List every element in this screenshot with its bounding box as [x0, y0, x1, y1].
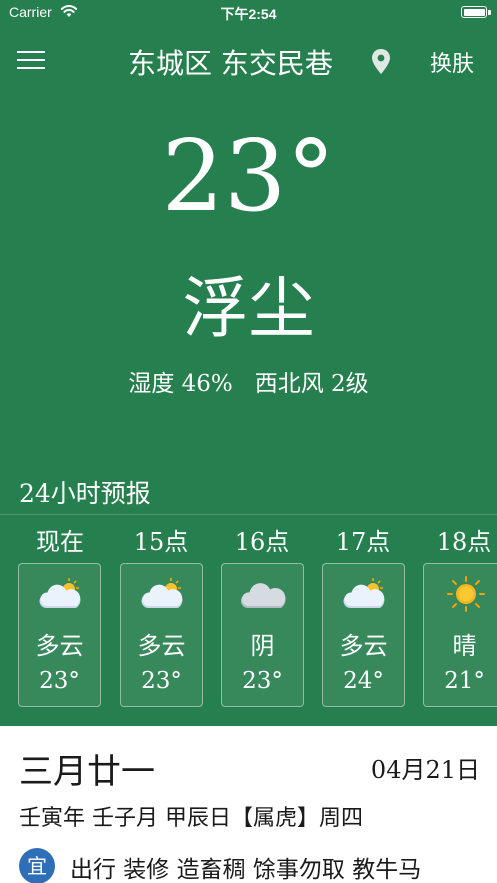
partly-cloudy-icon [343, 578, 385, 608]
hour-temp: 24° [343, 668, 384, 694]
hour-condition: 阴 [250, 632, 275, 660]
forecast-title: 24小时预报 [19, 479, 151, 508]
ganzhi-line: 壬寅年 壬子月 甲辰日【属虎】周四 [19, 806, 363, 831]
hour-card[interactable]: 多云 24° [322, 563, 405, 707]
current-temperature: 23° [161, 120, 336, 234]
hour-condition: 晴 [452, 632, 477, 660]
status-bar: Carrier 下午2:54 [0, 0, 497, 26]
weather-panel: Carrier 下午2:54 东城区 东交民巷 换肤 23° 浮尘 湿度 46%… [0, 0, 497, 726]
location-pin-icon[interactable] [370, 48, 392, 76]
hour-card[interactable]: 多云 23° [18, 563, 101, 707]
hour-temp: 23° [242, 668, 283, 694]
hour-card[interactable]: 多云 23° [120, 563, 203, 707]
hour-label: 16点 [234, 528, 290, 556]
battery-icon [461, 6, 487, 18]
location-title[interactable]: 东城区 东交民巷 [128, 42, 333, 82]
skin-button[interactable]: 换肤 [430, 46, 474, 78]
current-detail: 湿度 46% 西北风 2级 [128, 371, 369, 397]
hour-temp: 23° [141, 668, 182, 694]
solar-date: 04月21日 [370, 756, 480, 784]
hour-label: 17点 [335, 528, 391, 556]
hour-condition: 多云 [35, 632, 84, 660]
hour-temp: 23° [39, 668, 80, 694]
menu-button[interactable] [17, 51, 45, 71]
current-condition: 浮尘 [182, 270, 315, 347]
battery-tip [488, 10, 491, 15]
hour-condition: 多云 [137, 632, 186, 660]
hour-card[interactable]: 晴 21° [423, 563, 497, 707]
status-time: 下午2:54 [220, 6, 277, 22]
hour-label: 18点 [436, 528, 492, 556]
partly-cloudy-icon [39, 578, 81, 608]
yi-items: 出行 装修 造畜稠 馀事勿取 教牛马 [70, 857, 422, 883]
hour-card[interactable]: 阴 23° [221, 563, 304, 707]
hour-label: 现在 [36, 528, 84, 556]
partly-cloudy-icon [141, 578, 183, 608]
divider [0, 514, 497, 515]
hour-condition: 多云 [339, 632, 388, 660]
sunny-icon [447, 576, 485, 612]
overcast-icon [241, 583, 286, 608]
lunar-date: 三月廿一 [19, 752, 155, 792]
hour-label: 15点 [133, 528, 189, 556]
hour-temp: 21° [444, 668, 485, 694]
yi-badge: 宜 [19, 848, 55, 883]
calendar-panel: 三月廿一 04月21日 壬寅年 壬子月 甲辰日【属虎】周四 宜 出行 装修 造畜… [0, 726, 497, 883]
